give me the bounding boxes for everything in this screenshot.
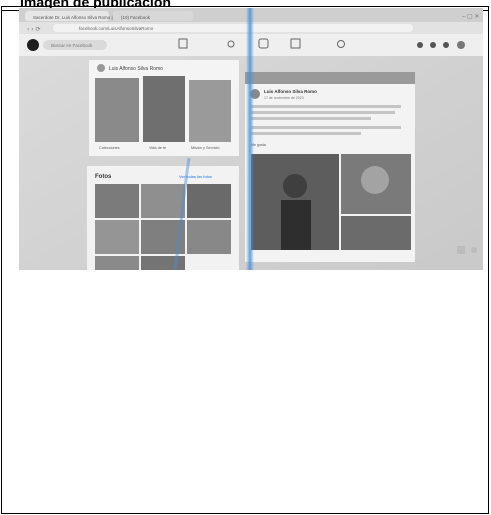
- photo-thumbnail[interactable]: [95, 256, 139, 270]
- photo-thumbnail[interactable]: [187, 220, 231, 254]
- search-placeholder: Buscar en Facebook: [51, 43, 93, 48]
- profile-highlights-card: Luis Alfonso Silva Romo Colecciones Vida…: [89, 60, 239, 156]
- notifications-icon[interactable]: [443, 42, 449, 48]
- photo-thumbnail[interactable]: [141, 256, 185, 270]
- avatar[interactable]: [457, 41, 465, 49]
- photo-thumbnail[interactable]: [187, 184, 231, 218]
- photos-title: Fotos: [95, 174, 112, 180]
- post-image[interactable]: [341, 216, 411, 250]
- edit-icon[interactable]: [457, 246, 465, 254]
- menu-icon[interactable]: [417, 42, 423, 48]
- messenger-icon[interactable]: [430, 42, 436, 48]
- post-author[interactable]: Luis Alfonso Silva Romo: [264, 89, 317, 94]
- ink-smudge: [246, 8, 254, 270]
- photo-thumbnail[interactable]: [95, 184, 139, 218]
- post-card: Luis Alfonso Silva Romo 17 de noviembre …: [245, 72, 415, 262]
- nav-buttons[interactable]: ‹ › ⟳: [27, 26, 41, 33]
- photos-see-all-link[interactable]: Ver todas las fotos: [179, 174, 212, 179]
- photos-section: Fotos Ver todas las fotos: [87, 166, 239, 270]
- highlight-label: Colecciones: [99, 146, 120, 150]
- window-controls[interactable]: – ▢ ✕: [462, 14, 479, 20]
- photo-of-screen: Sacerdote Dr. Luis Alfonso Silva Romo | …: [19, 8, 483, 270]
- avatar: [97, 64, 105, 72]
- highlight-photo[interactable]: [95, 78, 139, 142]
- settings-icon[interactable]: [471, 247, 477, 253]
- highlight-label: Misión y Servicio: [191, 146, 219, 150]
- facebook-logo-icon[interactable]: [27, 39, 39, 51]
- photo-thumbnail[interactable]: [141, 184, 185, 218]
- photo-thumbnail[interactable]: [95, 220, 139, 254]
- post-date: 17 de noviembre de 2023: [264, 96, 304, 100]
- post-photo: Sacerdote Dr. Luis Alfonso Silva Romo | …: [19, 8, 483, 270]
- url-text: facebook.com/LuisAlfonsoSilvaRomo: [79, 26, 154, 31]
- profile-name: Luis Alfonso Silva Romo: [109, 66, 163, 72]
- highlight-photo[interactable]: [143, 76, 185, 142]
- highlight-photo[interactable]: [189, 80, 231, 142]
- browser-tab-2-label: (10) Facebook: [121, 15, 151, 20]
- highlight-label: Vida de fe: [149, 146, 166, 150]
